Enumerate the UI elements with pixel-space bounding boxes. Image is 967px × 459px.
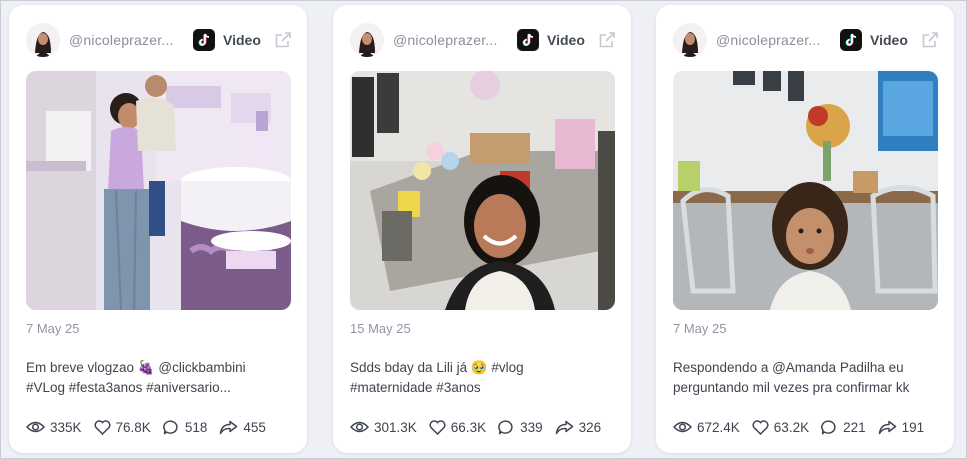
post-type-label: Video [223, 32, 261, 48]
post-caption: Em breve vlogzao 🍇 @clickbambini #VLog #… [26, 360, 246, 395]
comments-stat: 221 [821, 419, 866, 435]
avatar[interactable] [26, 23, 60, 57]
comments-count: 339 [520, 419, 543, 435]
engagement-stats: 335K 76.8K 518 455 [26, 418, 297, 436]
share-icon [555, 420, 574, 435]
account-handle[interactable]: @nicoleprazer... [393, 32, 503, 48]
post-date: 7 May 25 [26, 321, 80, 336]
shares-stat: 191 [878, 419, 925, 435]
shares-count: 191 [901, 419, 925, 435]
post-card[interactable]: @nicoleprazer... Video [9, 5, 307, 453]
tiktok-icon [517, 29, 539, 51]
eye-icon [673, 420, 692, 434]
post-card[interactable]: @nicoleprazer... Video [656, 5, 954, 453]
comment-icon [162, 419, 180, 435]
shares-stat: 455 [219, 420, 266, 435]
heart-icon [429, 419, 446, 435]
video-thumbnail[interactable] [26, 71, 291, 310]
avatar[interactable] [673, 23, 707, 57]
card-header: @nicoleprazer... Video [673, 22, 940, 58]
post-caption: Sdds bday da Lili já 🥹 #vlog #maternidad… [350, 360, 524, 395]
card-header: @nicoleprazer... Video [350, 22, 617, 58]
views-stat: 672.4K [673, 420, 740, 435]
likes-count: 63.2K [773, 419, 810, 435]
shares-count: 326 [578, 419, 602, 435]
comments-count: 221 [843, 419, 866, 435]
views-count: 672.4K [697, 419, 740, 435]
share-icon [878, 420, 897, 435]
post-date: 15 May 25 [350, 321, 411, 336]
comments-stat: 339 [498, 419, 543, 435]
avatar[interactable] [350, 23, 384, 57]
views-stat: 335K [26, 420, 82, 435]
views-stat: 301.3K [350, 420, 417, 435]
engagement-stats: 301.3K 66.3K 339 326 [350, 418, 621, 436]
video-thumbnail[interactable] [673, 71, 938, 310]
post-type-label: Video [870, 32, 908, 48]
views-count: 335K [50, 419, 82, 435]
eye-icon [350, 420, 369, 434]
likes-stat: 66.3K [429, 420, 486, 435]
post-date: 7 May 25 [673, 321, 727, 336]
external-link-icon[interactable] [920, 30, 940, 50]
eye-icon [26, 420, 45, 434]
comment-icon [821, 419, 838, 435]
likes-count: 76.8K [115, 419, 151, 435]
likes-stat: 76.8K [94, 420, 151, 435]
views-count: 301.3K [374, 419, 417, 435]
external-link-icon[interactable] [597, 30, 617, 50]
shares-stat: 326 [555, 419, 602, 435]
likes-count: 66.3K [450, 419, 487, 435]
engagement-stats: 672.4K 63.2K 221 191 [673, 418, 944, 436]
video-thumbnail[interactable] [350, 71, 615, 310]
tiktok-icon [840, 29, 862, 51]
account-handle[interactable]: @nicoleprazer... [69, 32, 179, 48]
comments-stat: 518 [162, 419, 208, 435]
heart-icon [752, 419, 769, 435]
share-icon [219, 420, 238, 435]
post-type-label: Video [547, 32, 585, 48]
tiktok-icon [193, 29, 215, 51]
post-card[interactable]: @nicoleprazer... Video [333, 5, 631, 453]
post-caption: Respondendo a @Amanda Padilha eu pergunt… [673, 360, 910, 395]
heart-icon [94, 419, 111, 435]
comment-icon [498, 419, 515, 435]
shares-count: 455 [243, 419, 266, 435]
comments-count: 518 [184, 419, 208, 435]
account-handle[interactable]: @nicoleprazer... [716, 32, 826, 48]
card-header: @nicoleprazer... Video [26, 22, 293, 58]
external-link-icon[interactable] [273, 30, 293, 50]
likes-stat: 63.2K [752, 420, 809, 435]
